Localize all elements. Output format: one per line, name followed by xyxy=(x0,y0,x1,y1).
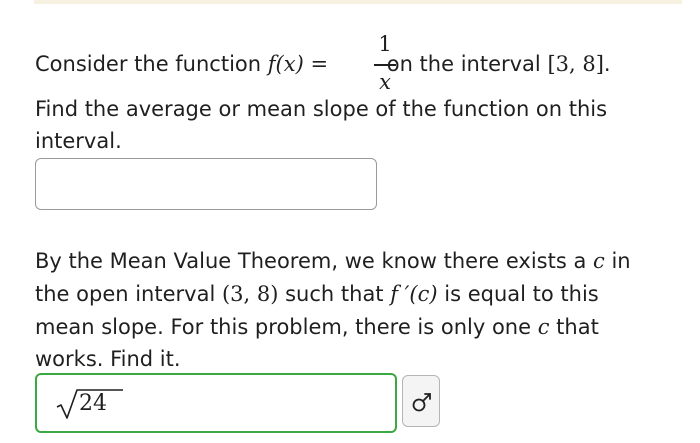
question-2-text-1-end: in xyxy=(604,249,631,273)
fraction-one-over-x: 1 x xyxy=(373,31,397,101)
mean-slope-answer-input[interactable] xyxy=(35,158,377,210)
function-notation: f(x) = xyxy=(267,52,329,76)
question-2-text-3: mean slope. For this problem, there is o… xyxy=(35,315,538,339)
fraction-numerator: 1 xyxy=(378,32,392,56)
question-2-text-1: By the Mean Value Theorem, we know there… xyxy=(35,249,594,273)
question-2-text-2: the open interval xyxy=(35,282,222,306)
question-2-text-2-mid: such that xyxy=(278,282,391,306)
question-1-line-2: Find the average or mean slope of the fu… xyxy=(35,97,608,121)
question-2-line-4: works. Find it. xyxy=(35,347,181,371)
preview-icon xyxy=(412,393,431,412)
preview-button[interactable] xyxy=(402,375,440,427)
fraction-denominator: x xyxy=(379,70,391,94)
question-1-period: . xyxy=(603,52,611,76)
question-2-text-2-end: is equal to this xyxy=(437,282,599,306)
question-2-text-3-end: that xyxy=(549,315,599,339)
variable-c: c xyxy=(537,315,550,339)
radicand: 24 xyxy=(79,391,107,416)
top-divider xyxy=(34,0,682,4)
interval-open: (3, 8) xyxy=(221,282,279,306)
question-2-line-2: the open interval (3, 8) such that f ′(c… xyxy=(35,278,599,310)
question-1-line-3: interval. xyxy=(35,129,122,153)
fraction-bar xyxy=(374,64,396,66)
question-1-line-1: Consider the function f(x) = on the inte… xyxy=(35,48,611,80)
c-value-answer-input[interactable]: 24 xyxy=(35,373,427,433)
question-2-line-3: mean slope. For this problem, there is o… xyxy=(35,311,599,343)
derivative-notation: f ′(c) xyxy=(390,282,438,306)
variable-c: c xyxy=(593,249,605,273)
question-1-prefix: Consider the function xyxy=(35,52,268,76)
question-2-line-1: By the Mean Value Theorem, we know there… xyxy=(35,245,631,277)
interval-closed: [3, 8] xyxy=(547,52,604,76)
question-1-mid: on the interval xyxy=(380,52,548,76)
